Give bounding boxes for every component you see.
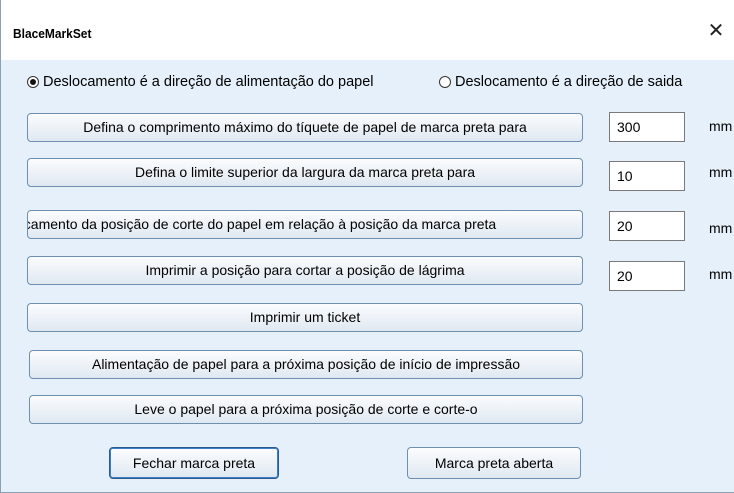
set-tear-position-button[interactable]: Imprimir a posição para cortar a posição… [27,256,583,285]
blackmark-settings-window: BlaceMarkSet ✕ Deslocamento é a direção … [0,0,734,493]
open-black-mark-button[interactable]: Marca preta aberta [407,447,581,479]
max-ticket-length-input[interactable]: 300 [609,112,685,142]
radio-exit-direction-label: Deslocamento é a direção de saida [455,74,683,90]
close-black-mark-button[interactable]: Fechar marca preta [109,447,279,479]
radio-exit-direction[interactable]: Deslocamento é a direção de saida [439,72,682,92]
set-mark-width-limit-button[interactable]: Defina o limite superior da largura da m… [27,158,583,187]
tear-position-input[interactable]: 20 [609,261,685,291]
radio-checked-icon[interactable] [27,76,39,88]
set-cut-offset-button[interactable]: Deslocamento da posição de corte do pape… [27,210,583,239]
mark-width-limit-input[interactable]: 10 [609,161,685,191]
unit-label: mm [709,220,733,236]
print-ticket-button[interactable]: Imprimir um ticket [27,303,583,332]
feed-to-next-print-button[interactable]: Alimentação de papel para a próxima posi… [29,350,583,379]
cut-offset-input[interactable]: 20 [609,211,685,241]
radio-feed-direction-label: Deslocamento é a direção de alimentação … [43,74,374,90]
unit-label: mm [709,118,733,134]
title-bar: BlaceMarkSet ✕ [1,0,734,60]
radio-feed-direction[interactable]: Deslocamento é a direção de alimentação … [27,72,374,92]
unit-label: mm [709,164,733,180]
feed-and-cut-button[interactable]: Leve o papel para a próxima posição de c… [29,395,583,424]
unit-label: mm [709,266,733,282]
close-icon[interactable]: ✕ [704,18,728,42]
window-title: BlaceMarkSet [13,26,92,41]
set-max-ticket-length-button[interactable]: Defina o comprimento máximo do tíquete d… [27,113,583,142]
radio-unchecked-icon[interactable] [439,76,451,88]
